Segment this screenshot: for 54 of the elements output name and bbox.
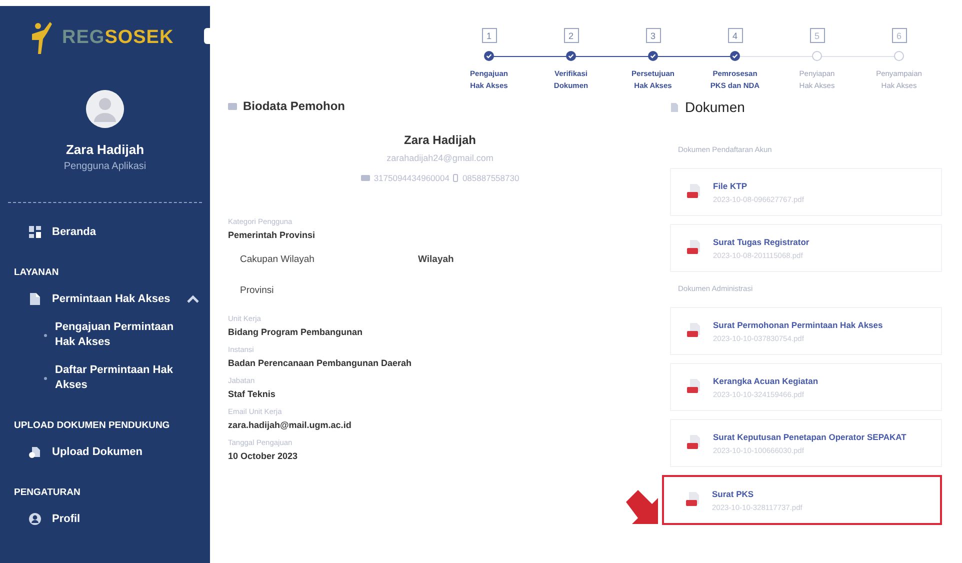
section-title: Dokumen bbox=[685, 99, 745, 116]
submenu-item[interactable]: Daftar Permintaan Hak Akses bbox=[0, 356, 210, 400]
step-number: 4 bbox=[728, 28, 742, 43]
applicant-name: Zara Hadijah bbox=[404, 133, 476, 148]
pdf-file-icon bbox=[687, 184, 701, 200]
sidebar-item[interactable]: Permintaan Hak Akses bbox=[0, 284, 210, 314]
document-title: Surat PKS bbox=[712, 488, 755, 502]
section-heading: PENGATURAN bbox=[13, 486, 82, 500]
field-value: Badan Perencanaan Pembangunan Daerah bbox=[228, 358, 413, 368]
step-number: 5 bbox=[810, 28, 824, 43]
section-title: Biodata Pemohon bbox=[243, 99, 346, 114]
sidebar-item[interactable]: Upload Dokumen bbox=[0, 436, 210, 467]
document-title: Kerangka Acuan Kegiatan bbox=[713, 375, 818, 388]
field-value: Pemerintah Provinsi bbox=[228, 230, 316, 240]
document-icon bbox=[28, 292, 42, 306]
field-value: zara.hadijah@mail.ugm.ac.id bbox=[228, 420, 352, 430]
field-value: Staf Teknis bbox=[228, 389, 276, 400]
field-value: 10 October 2023 bbox=[228, 451, 299, 462]
document-title: Surat Permohonan Permintaan Hak Akses bbox=[713, 319, 883, 332]
pdf-file-icon bbox=[687, 379, 701, 396]
pdf-file-icon bbox=[686, 492, 700, 508]
section-heading: UPLOAD DOKUMEN PENDUKUNG bbox=[13, 418, 171, 433]
section-heading: LAYANAN bbox=[13, 266, 60, 280]
applicant-email: zarahadijah24@gmail.com bbox=[386, 153, 494, 164]
phone-icon bbox=[453, 174, 458, 182]
user-name: Zara Hadijah bbox=[64, 142, 146, 157]
pdf-file-icon bbox=[687, 240, 701, 256]
upload-icon bbox=[28, 444, 42, 459]
document-title: File KTP bbox=[713, 180, 748, 194]
document-icon bbox=[670, 102, 679, 112]
document-title: Surat Keputusan Penetapan Operator SEPAKAT bbox=[713, 431, 906, 444]
phone-number: 085887558730 bbox=[462, 173, 520, 184]
id-number: 3175094434960004 bbox=[374, 173, 450, 184]
grid-icon bbox=[28, 225, 42, 239]
id-card-icon bbox=[228, 102, 237, 111]
field-value: Bidang Program Pembangunan bbox=[228, 327, 364, 338]
step-number: 3 bbox=[646, 28, 660, 43]
avatar-icon bbox=[86, 90, 124, 128]
user-role: Pengguna Aplikasi bbox=[62, 161, 148, 172]
document-title: Surat Tugas Registrator bbox=[713, 236, 810, 250]
table-header: Cakupan Wilayah bbox=[240, 254, 316, 266]
submenu-item[interactable]: Pengajuan Permintaan Hak Akses bbox=[0, 314, 210, 357]
step-number: 6 bbox=[892, 28, 906, 43]
id-card-icon bbox=[360, 175, 370, 182]
step-number: 2 bbox=[564, 28, 578, 43]
sidebar-item[interactable]: Beranda bbox=[0, 217, 210, 247]
sidebar-item[interactable]: Profil bbox=[0, 504, 210, 534]
app-logo-text: REGSOSEK bbox=[62, 27, 174, 49]
table-cell-text: Provinsi bbox=[240, 285, 275, 296]
pdf-file-icon bbox=[687, 323, 701, 340]
pdf-file-icon bbox=[687, 435, 701, 452]
table-header: Wilayah bbox=[418, 254, 455, 266]
user-icon bbox=[28, 512, 42, 526]
step-number: 1 bbox=[482, 28, 496, 43]
